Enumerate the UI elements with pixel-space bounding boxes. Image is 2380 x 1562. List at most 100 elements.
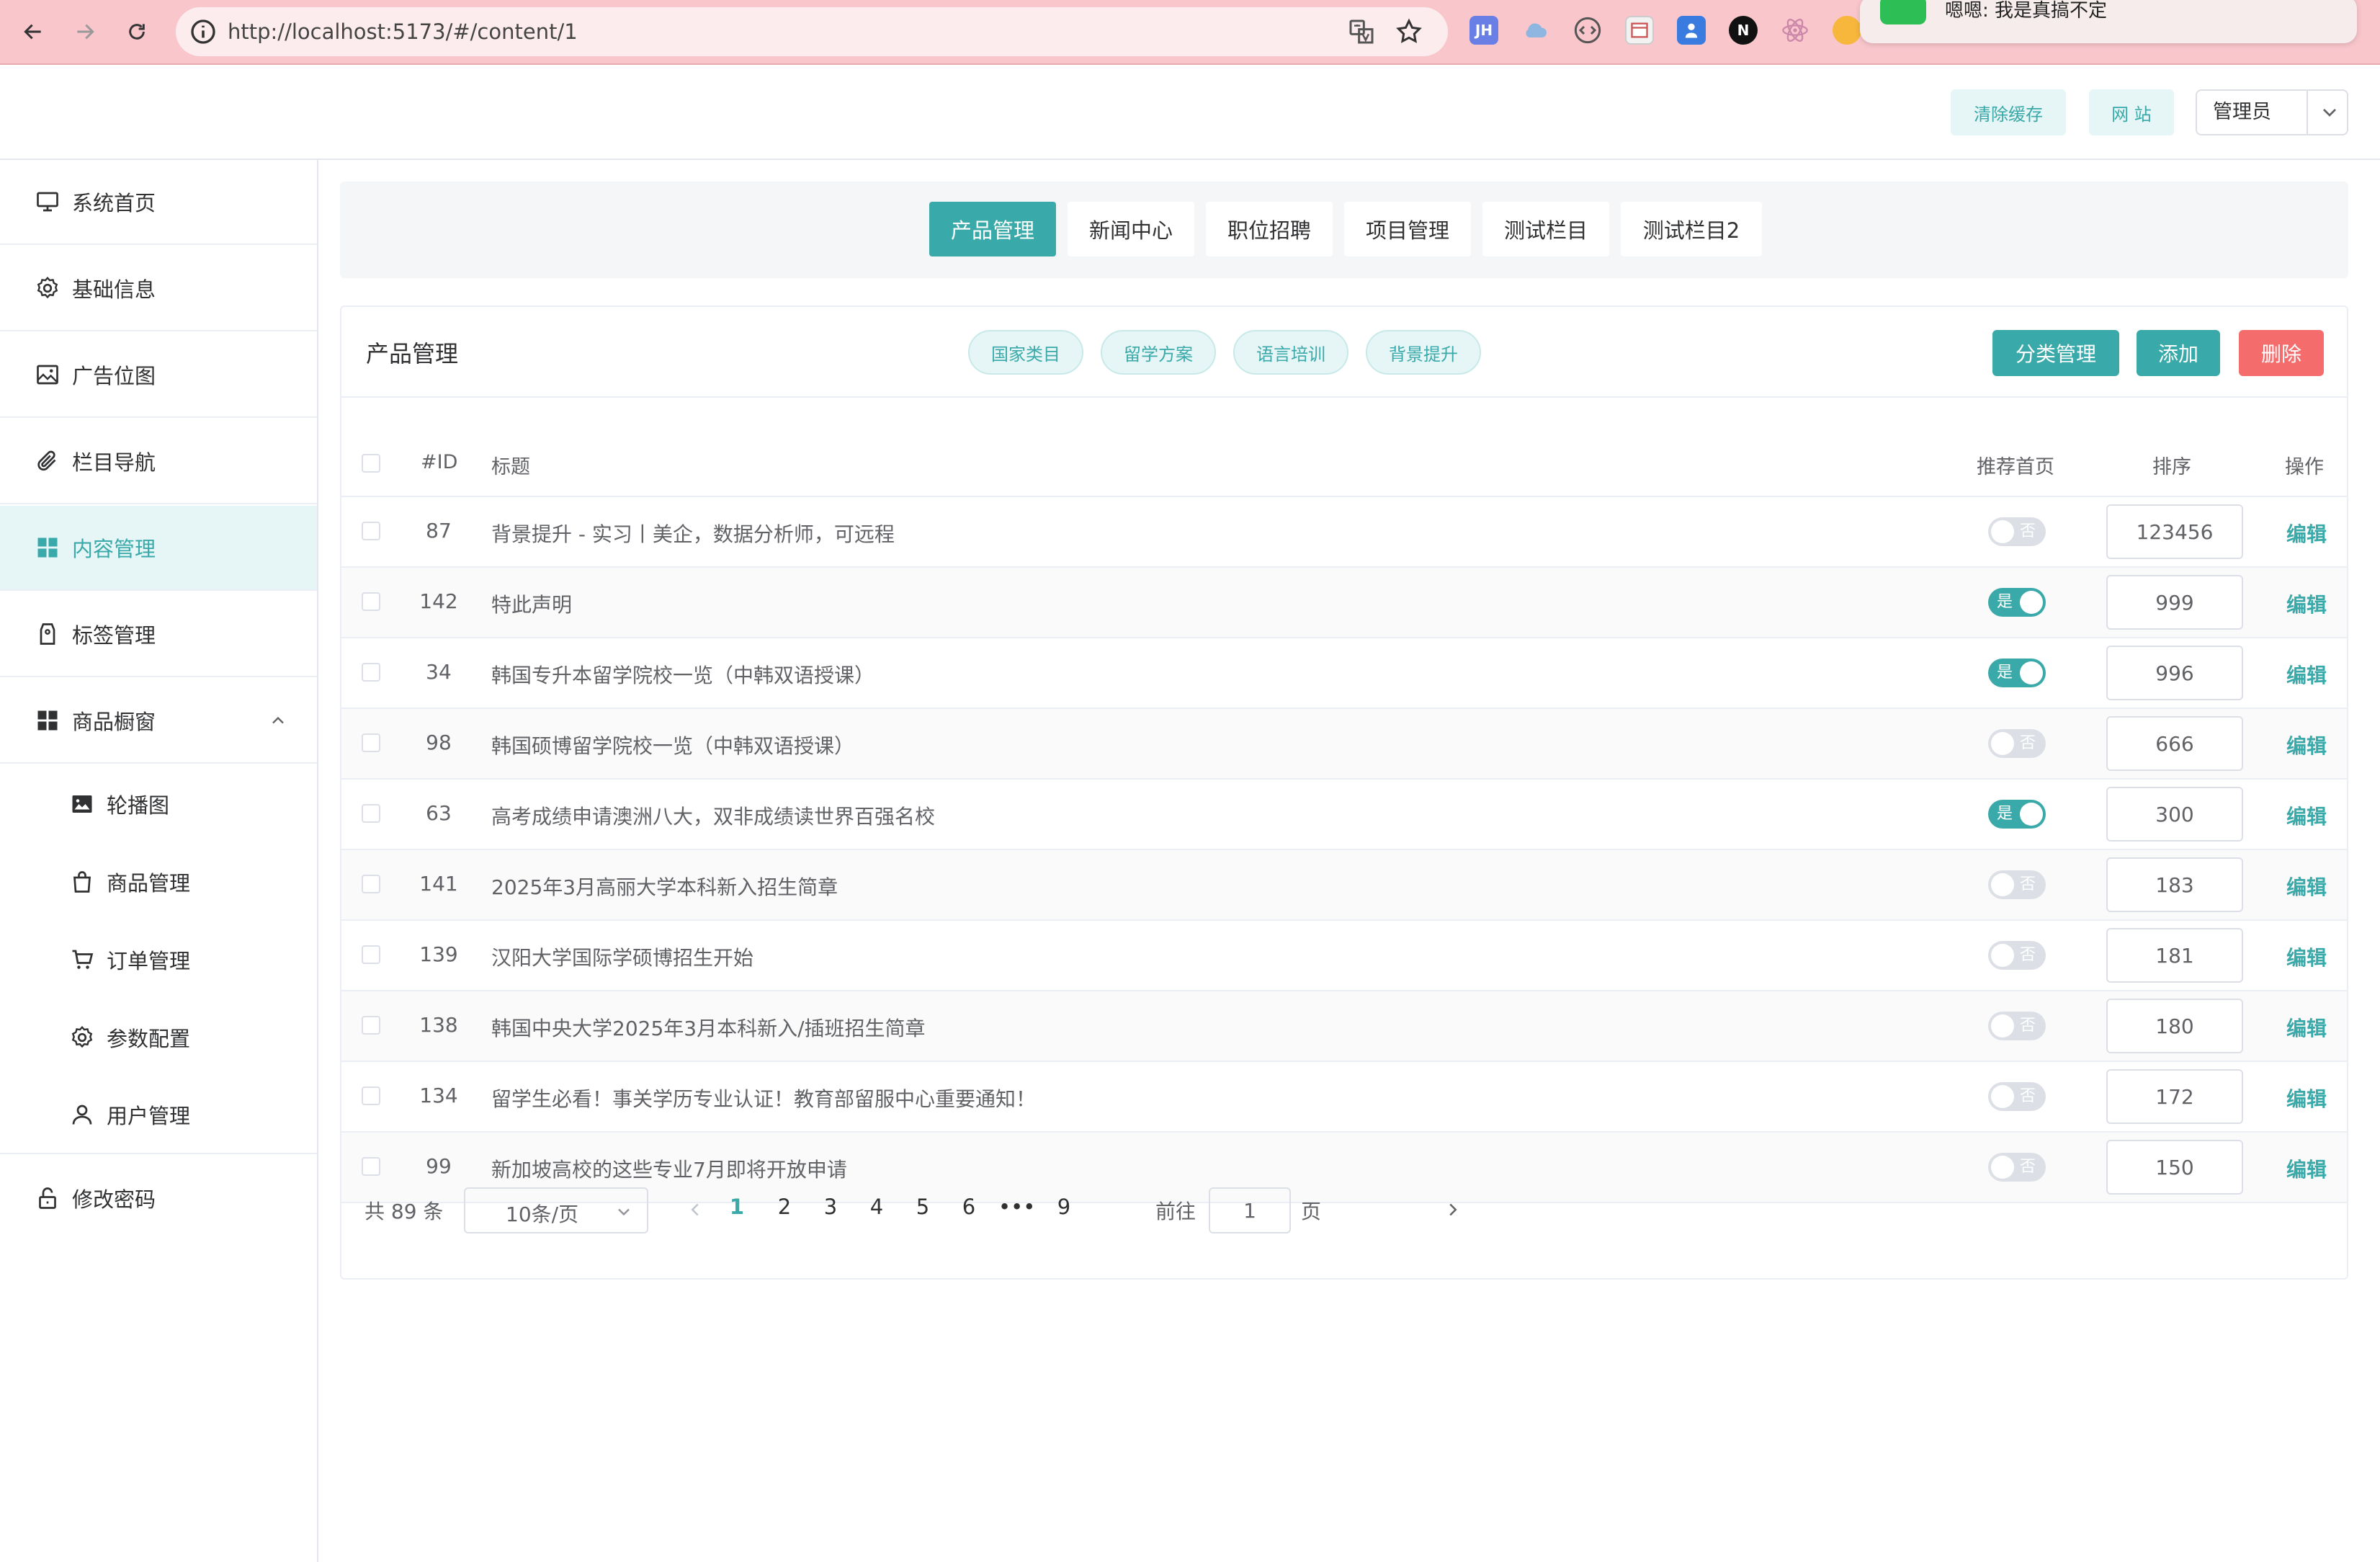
edit-link[interactable]: 编辑: [2286, 589, 2327, 618]
recommend-toggle[interactable]: 否: [1988, 729, 2046, 758]
back-button[interactable]: [17, 16, 49, 48]
recommend-toggle[interactable]: 是: [1988, 588, 2046, 617]
page-number[interactable]: 5: [905, 1195, 941, 1219]
row-checkbox[interactable]: [362, 1157, 380, 1176]
extension-n-icon[interactable]: N: [1729, 16, 1758, 45]
tab-news[interactable]: 新闻中心: [1068, 202, 1194, 256]
sidebar-subitem-carousel[interactable]: 轮播图: [0, 765, 317, 843]
row-checkbox[interactable]: [362, 733, 380, 752]
chevron-up-icon[interactable]: [268, 710, 288, 731]
address-bar[interactable]: http://localhost:5173/#/content/1: [176, 7, 1448, 56]
row-checkbox[interactable]: [362, 1016, 380, 1035]
page-size-select[interactable]: 10条/页: [464, 1187, 648, 1233]
row-checkbox[interactable]: [362, 1086, 380, 1105]
filter-chip-plan[interactable]: 留学方案: [1101, 330, 1216, 375]
sidebar-item-navigation[interactable]: 栏目导航: [0, 419, 317, 504]
row-checkbox[interactable]: [362, 522, 380, 540]
tab-jobs[interactable]: 职位招聘: [1206, 202, 1333, 256]
sidebar-subitem-orders[interactable]: 订单管理: [0, 921, 317, 999]
admin-dropdown[interactable]: 管理员: [2196, 89, 2348, 135]
site-info-icon[interactable]: [189, 17, 218, 46]
sort-input[interactable]: 180: [2106, 999, 2243, 1053]
recommend-toggle[interactable]: 否: [1988, 1012, 2046, 1040]
recommend-toggle[interactable]: 否: [1988, 1082, 2046, 1111]
clear-cache-button[interactable]: 清除缓存: [1951, 89, 2066, 135]
filter-chip-language[interactable]: 语言培训: [1233, 330, 1348, 375]
extension-jh-icon[interactable]: JH: [1469, 16, 1498, 45]
chevron-down-icon[interactable]: [2318, 101, 2341, 124]
sort-input[interactable]: 300: [2106, 787, 2243, 842]
page-number[interactable]: 4: [859, 1195, 895, 1219]
edit-link[interactable]: 编辑: [2286, 801, 2327, 830]
sidebar-item-content[interactable]: 内容管理: [0, 506, 317, 591]
row-checkbox[interactable]: [362, 663, 380, 682]
bookmark-star-icon[interactable]: [1395, 17, 1423, 46]
edit-link[interactable]: 编辑: [2286, 872, 2327, 901]
sidebar-item-showcase[interactable]: 商品橱窗: [0, 679, 317, 764]
reload-button[interactable]: [121, 16, 153, 48]
goto-page-input[interactable]: 1: [1209, 1187, 1291, 1233]
sidebar: 系统首页 基础信息 广告位图 栏目导航 内容管理 标签管理 商品橱窗 轮播图 商…: [0, 160, 318, 1562]
tab-test-2[interactable]: 测试栏目2: [1621, 202, 1762, 256]
recommend-toggle[interactable]: 否: [1988, 517, 2046, 546]
sort-input[interactable]: 666: [2106, 716, 2243, 771]
extension-cloud-icon[interactable]: [1521, 16, 1550, 45]
sidebar-subitem-users[interactable]: 用户管理: [0, 1076, 317, 1154]
tab-projects[interactable]: 项目管理: [1344, 202, 1471, 256]
page-number[interactable]: 2: [766, 1195, 802, 1219]
extension-react-icon[interactable]: [1781, 16, 1809, 45]
sort-input[interactable]: 183: [2106, 857, 2243, 912]
add-button[interactable]: 添加: [2137, 330, 2220, 376]
admin-label: 管理员: [2213, 101, 2271, 123]
tab-products[interactable]: 产品管理: [929, 202, 1056, 256]
edit-link[interactable]: 编辑: [2286, 731, 2327, 759]
page-number[interactable]: 6: [951, 1195, 987, 1219]
category-manage-button[interactable]: 分类管理: [1992, 330, 2119, 376]
sort-input[interactable]: 999: [2106, 575, 2243, 630]
extension-person-icon[interactable]: [1677, 16, 1706, 45]
wechat-notification[interactable]: 嗯嗯: 我是真搞不定: [1860, 0, 2357, 43]
page-number[interactable]: 9: [1046, 1195, 1082, 1219]
edit-link[interactable]: 编辑: [2286, 1013, 2327, 1042]
recommend-toggle[interactable]: 否: [1988, 941, 2046, 970]
page-number[interactable]: 1: [719, 1195, 755, 1219]
delete-button[interactable]: 删除: [2239, 330, 2324, 376]
sidebar-item-tags[interactable]: 标签管理: [0, 592, 317, 677]
page-ellipsis[interactable]: •••: [998, 1195, 1035, 1219]
sidebar-item-ads[interactable]: 广告位图: [0, 333, 317, 418]
row-checkbox[interactable]: [362, 875, 380, 893]
extension-code-icon[interactable]: [1573, 16, 1602, 45]
next-page-icon[interactable]: [1442, 1199, 1464, 1220]
extension-window-icon[interactable]: [1625, 16, 1654, 45]
page-number[interactable]: 3: [813, 1195, 849, 1219]
sidebar-item-home[interactable]: 系统首页: [0, 160, 317, 245]
recommend-toggle[interactable]: 是: [1988, 800, 2046, 829]
recommend-toggle[interactable]: 是: [1988, 659, 2046, 687]
extension-orange-icon[interactable]: [1833, 16, 1861, 45]
translate-icon[interactable]: [1347, 17, 1376, 46]
filter-chip-background[interactable]: 背景提升: [1366, 330, 1481, 375]
sort-input[interactable]: 172: [2106, 1069, 2243, 1124]
sidebar-item-basic-info[interactable]: 基础信息: [0, 246, 317, 331]
edit-link[interactable]: 编辑: [2286, 1084, 2327, 1112]
recommend-toggle[interactable]: 否: [1988, 1153, 2046, 1182]
sidebar-subitem-products[interactable]: 商品管理: [0, 843, 317, 921]
sidebar-item-change-password[interactable]: 修改密码: [0, 1156, 317, 1241]
sort-input[interactable]: 996: [2106, 646, 2243, 700]
tab-test[interactable]: 测试栏目: [1482, 202, 1609, 256]
sort-input[interactable]: 181: [2106, 928, 2243, 983]
edit-link[interactable]: 编辑: [2286, 519, 2327, 548]
row-checkbox[interactable]: [362, 804, 380, 823]
row-checkbox[interactable]: [362, 945, 380, 964]
edit-link[interactable]: 编辑: [2286, 942, 2327, 971]
select-all-checkbox[interactable]: [362, 454, 380, 473]
forward-button[interactable]: [69, 16, 101, 48]
sidebar-subitem-settings[interactable]: 参数配置: [0, 999, 317, 1076]
row-checkbox[interactable]: [362, 592, 380, 611]
filter-chip-country[interactable]: 国家类目: [968, 330, 1083, 375]
prev-page-icon[interactable]: [684, 1199, 706, 1220]
recommend-toggle[interactable]: 否: [1988, 870, 2046, 899]
website-button[interactable]: 网 站: [2089, 89, 2174, 135]
edit-link[interactable]: 编辑: [2286, 660, 2327, 689]
sort-input[interactable]: 123456: [2106, 504, 2243, 559]
